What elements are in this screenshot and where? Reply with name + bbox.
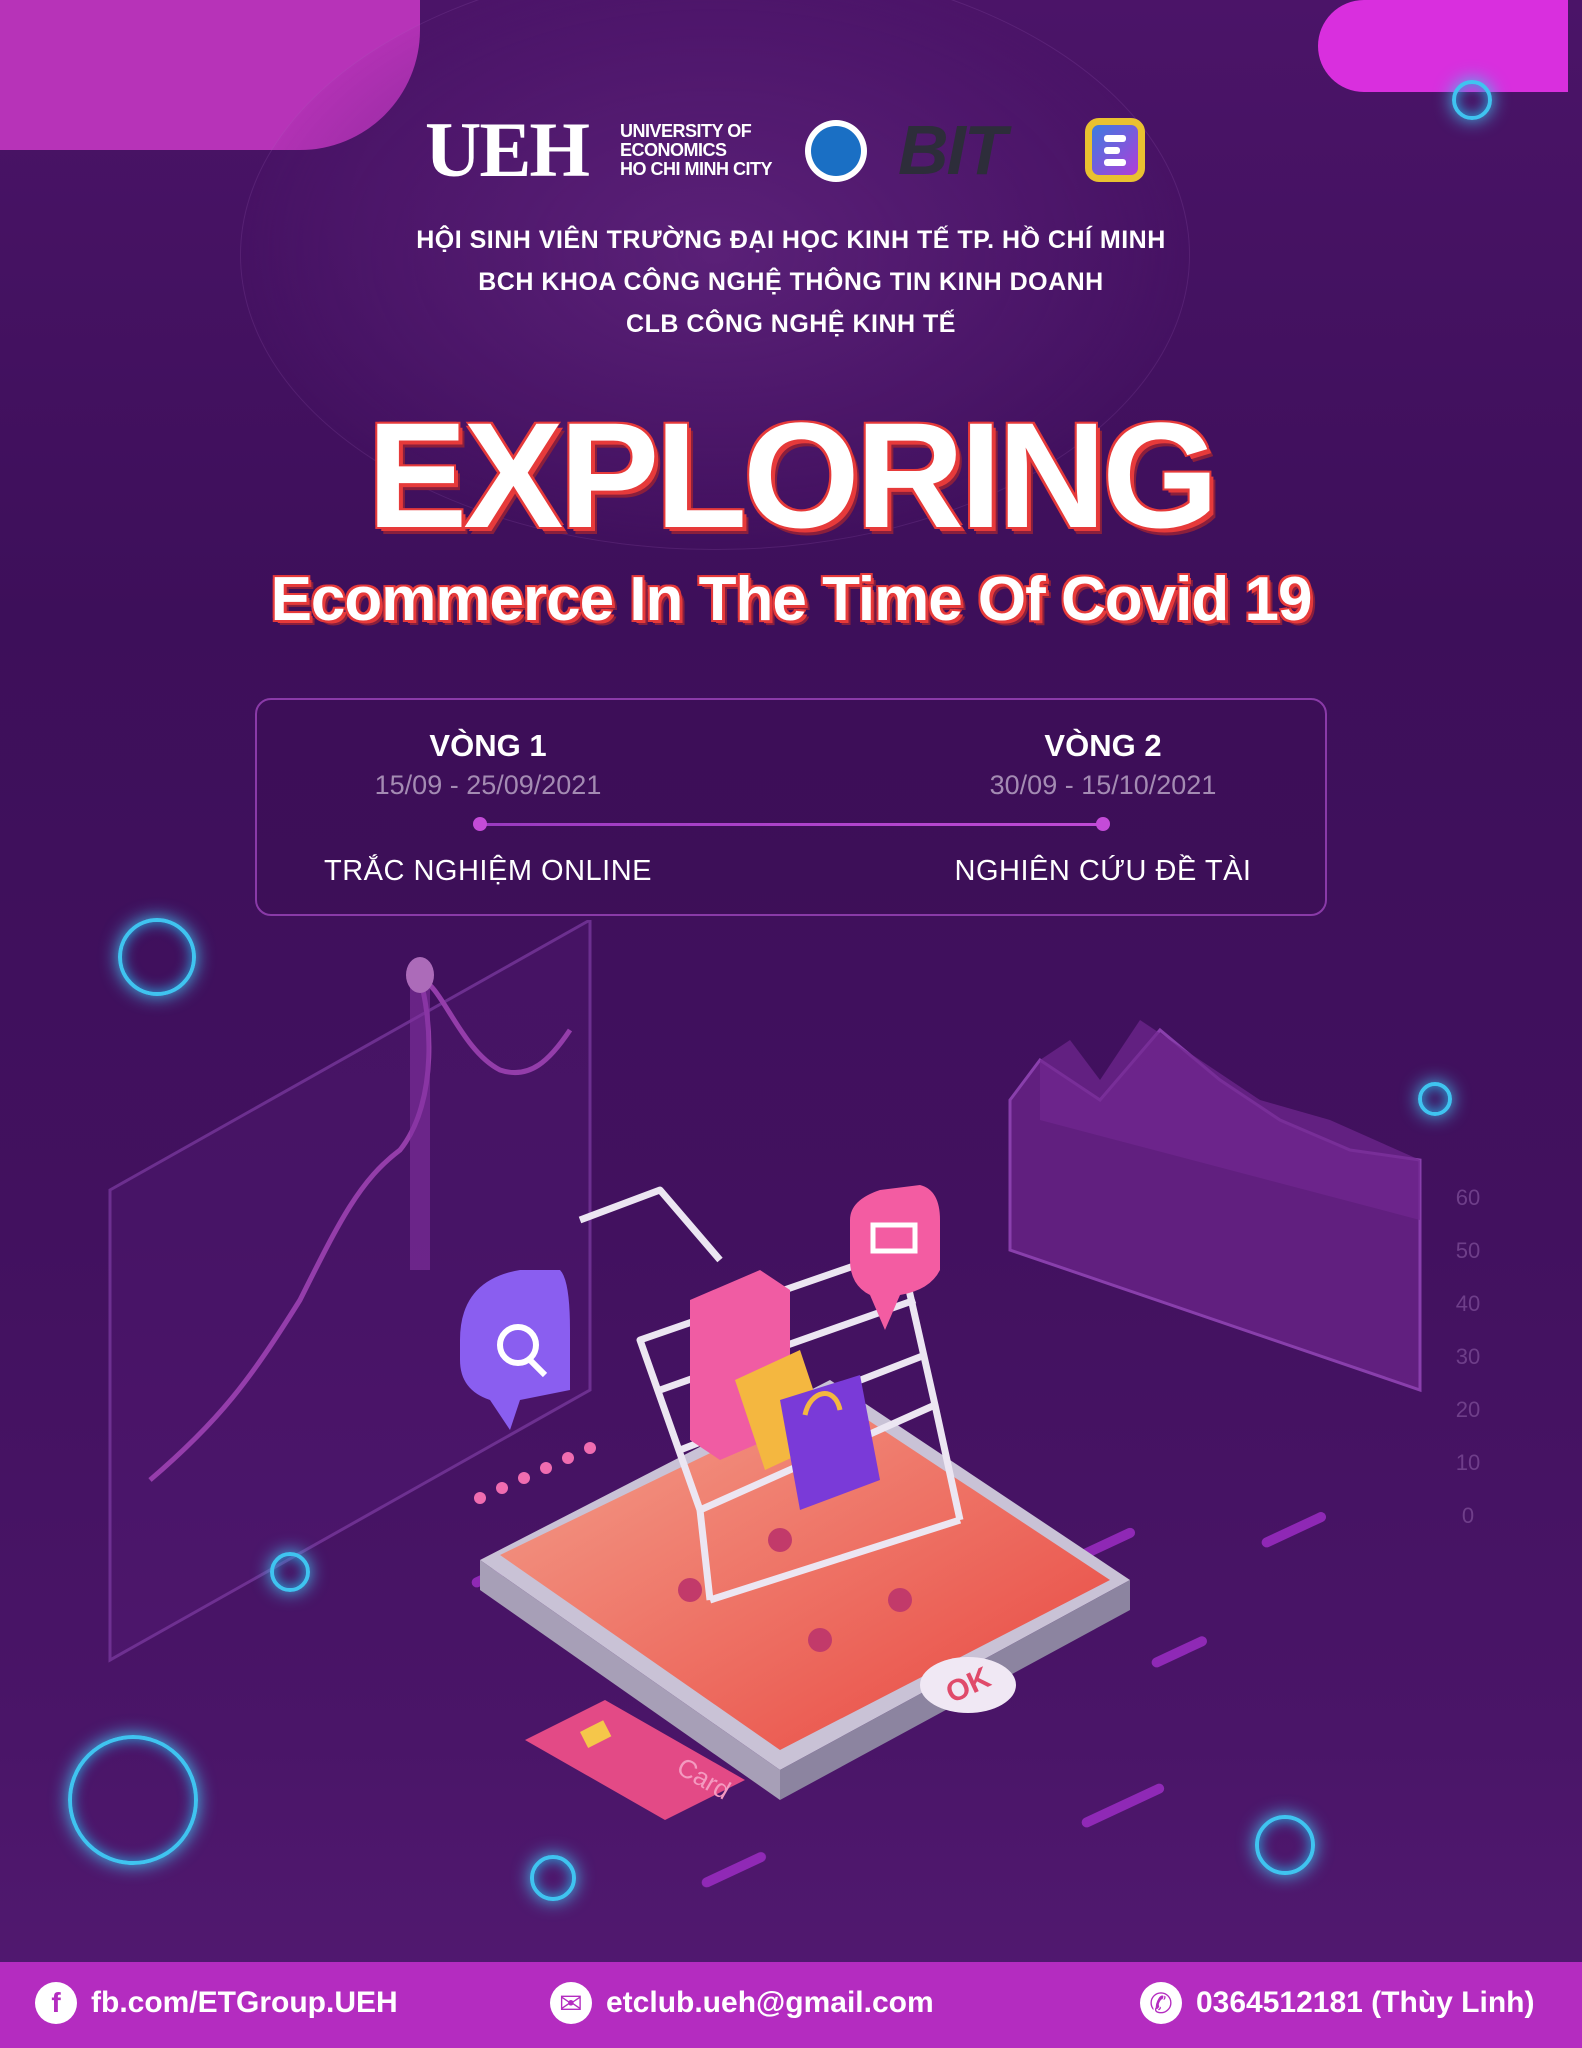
ueh-logo-line-2: ECONOMICS <box>620 140 727 160</box>
rounds-timeline <box>480 823 1103 826</box>
chart-tick-30: 30 <box>1456 1344 1480 1369</box>
ueh-logo-text: UNIVERSITY OF ECONOMICS HO CHI MINH CITY <box>620 121 773 179</box>
chart-tick-20: 20 <box>1456 1397 1480 1422</box>
virus-icon <box>1418 1082 1452 1116</box>
et-club-logo <box>1085 118 1145 182</box>
round-2-name: VÒNG 2 <box>1044 728 1162 763</box>
chart-tick-0: 0 <box>1462 1503 1474 1528</box>
virus-icon <box>68 1735 198 1865</box>
round-1-description: TRẮC NGHIỆM ONLINE <box>323 855 653 887</box>
chart-tick-50: 50 <box>1456 1238 1480 1263</box>
student-union-logo <box>805 120 867 182</box>
ueh-logo-mark: UEH <box>425 106 590 193</box>
phone-icon: ✆ <box>1140 1982 1182 2024</box>
logo-row: UEH UNIVERSITY OF ECONOMICS HO CHI MINH … <box>0 110 1582 190</box>
round-1-date: 15/09 - 25/09/2021 <box>374 770 602 800</box>
email-link[interactable]: etclub.ueh@gmail.com <box>606 1986 934 2020</box>
round-2-description: NGHIÊN CỨU ĐỀ TÀI <box>954 855 1252 887</box>
right-area-chart: 60 50 40 30 20 10 0 <box>1008 1020 1480 1528</box>
chart-tick-10: 10 <box>1456 1450 1480 1475</box>
page-title: EXPLORING <box>367 391 1218 559</box>
page-subtitle: Ecommerce In The Time Of Covid 19 <box>270 565 1313 634</box>
timeline-dot-1 <box>473 817 487 831</box>
chart-tick-60: 60 <box>1456 1185 1480 1210</box>
org-line-1: HỘI SINH VIÊN TRƯỜNG ĐẠI HỌC KINH TẾ TP.… <box>416 226 1166 254</box>
virus-icon <box>1255 1815 1315 1875</box>
virus-icon <box>1452 80 1492 120</box>
round-1-name: VÒNG 1 <box>429 728 547 763</box>
facebook-link[interactable]: fb.com/ETGroup.UEH <box>91 1986 398 2020</box>
chart-tick-40: 40 <box>1456 1291 1480 1316</box>
org-line-3: CLB CÔNG NGHỆ KINH TẾ <box>626 310 956 338</box>
org-line-2: BCH KHOA CÔNG NGHỆ THÔNG TIN KINH DOANH <box>478 268 1104 296</box>
email-icon: ✉ <box>550 1982 592 2024</box>
footer-facebook[interactable]: f fb.com/ETGroup.UEH <box>35 1982 398 2024</box>
footer-email[interactable]: ✉ etclub.ueh@gmail.com <box>550 1982 934 2024</box>
virus-icon <box>118 918 196 996</box>
timeline-dot-2 <box>1096 817 1110 831</box>
rating-stars-icon <box>474 1442 596 1504</box>
ueh-logo-line-3: HO CHI MINH CITY <box>620 159 773 179</box>
corner-shape-top-right <box>1318 0 1568 92</box>
footer-phone[interactable]: ✆ 0364512181 (Thùy Linh) <box>1140 1982 1534 2024</box>
round-2-date: 30/09 - 15/10/2021 <box>989 770 1217 800</box>
ueh-logo-line-1: UNIVERSITY OF <box>620 121 752 141</box>
ecommerce-illustration: 60 50 40 30 20 10 0 OK Card <box>108 920 1480 1888</box>
phone-number[interactable]: 0364512181 (Thùy Linh) <box>1196 1986 1534 2020</box>
bit-logo: BIT <box>898 111 1007 189</box>
virus-icon <box>530 1855 576 1901</box>
virus-icon <box>270 1552 310 1592</box>
facebook-icon: f <box>35 1982 77 2024</box>
